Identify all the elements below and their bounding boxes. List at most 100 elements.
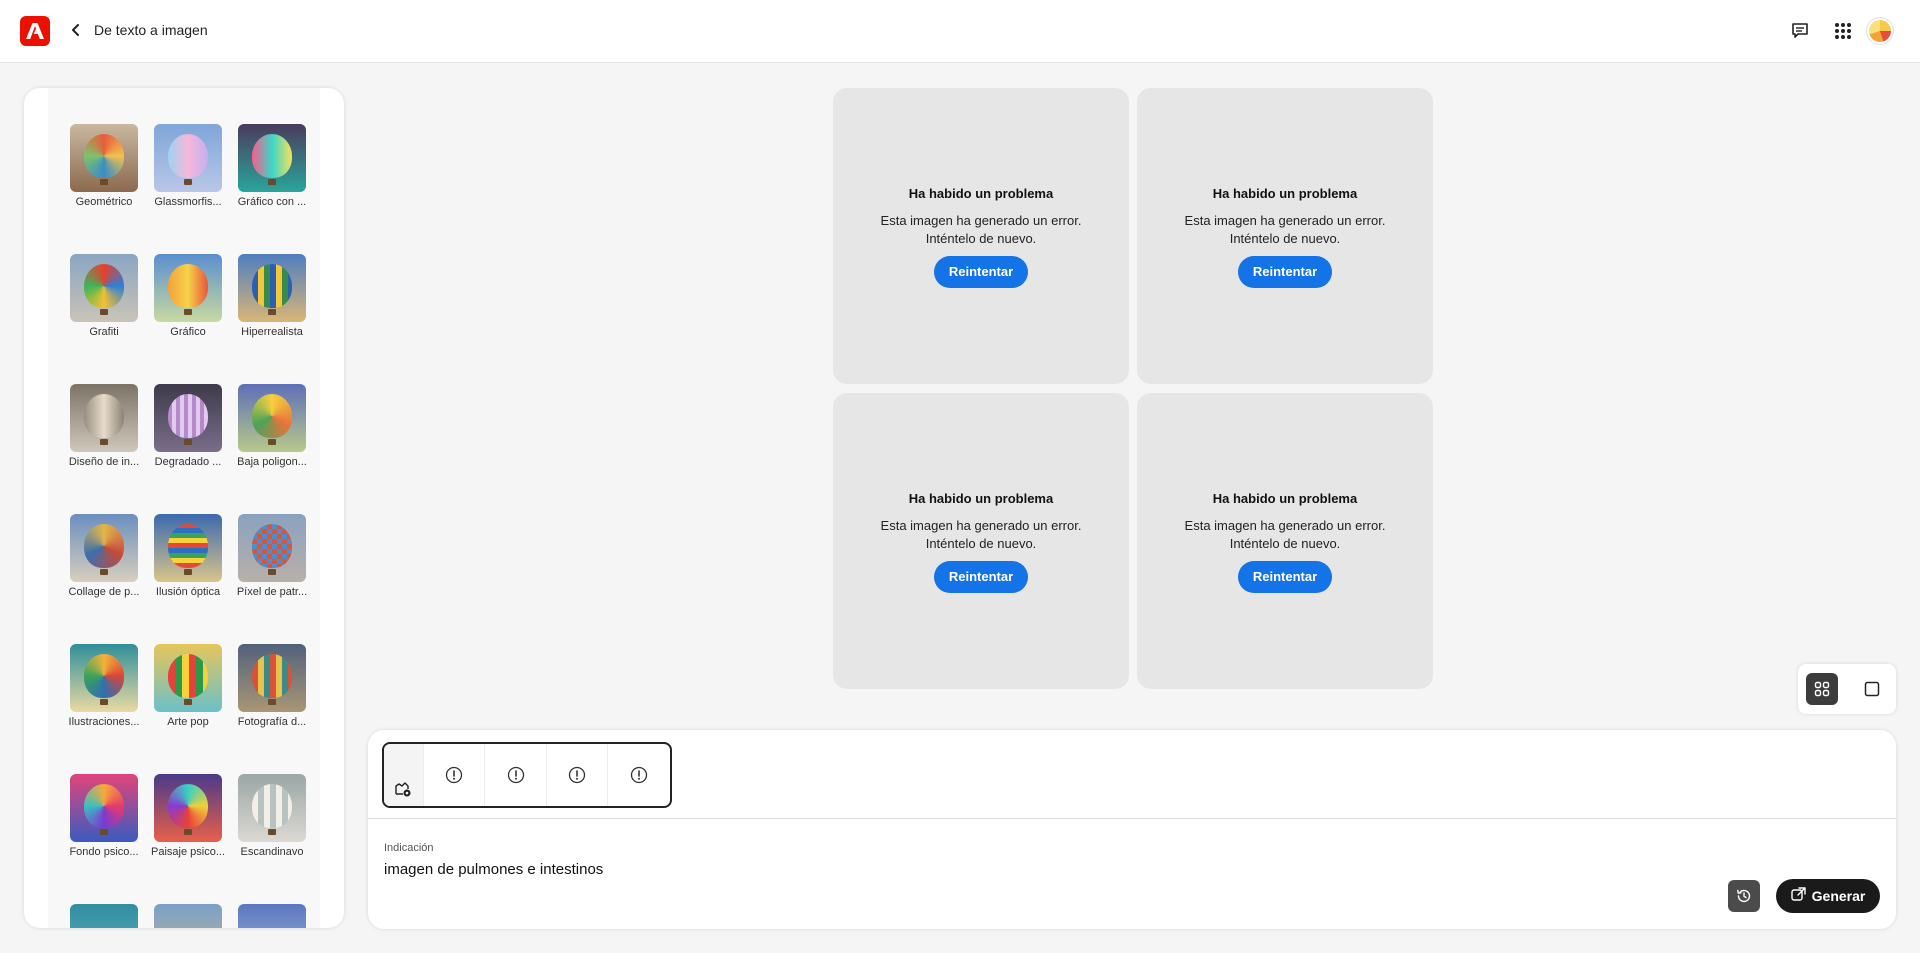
prompt-panel: Indicación imagen de pulmones e intestin…	[368, 730, 1896, 929]
style-thumbnail	[154, 904, 222, 928]
style-psychedelic-background[interactable]: Fondo psico...	[62, 774, 146, 859]
style-label: Diseño de in...	[68, 456, 140, 468]
style-thumbnail	[70, 904, 138, 928]
error-line: Esta imagen ha generado un error.	[1184, 213, 1386, 228]
style-thumbnail	[238, 644, 306, 712]
divider	[368, 818, 1896, 819]
style-label: Baja poligon...	[237, 456, 307, 468]
style-item[interactable]	[62, 904, 146, 928]
error-title: Ha habido un problema	[908, 186, 1054, 201]
style-thumbnail	[70, 644, 138, 712]
error-title: Ha habido un problema	[1212, 491, 1358, 506]
prompt-input[interactable]: imagen de pulmones e intestinos	[384, 861, 603, 878]
alert-icon[interactable]	[547, 744, 609, 806]
style-thumbnail	[154, 514, 222, 582]
style-label: Arte pop	[167, 716, 209, 728]
style-label: Fondo psico...	[69, 846, 139, 858]
generate-label: Generar	[1811, 888, 1866, 904]
history-icon[interactable]	[1728, 880, 1760, 912]
style-thumbnail	[238, 384, 306, 452]
retry-button[interactable]: Reintentar	[1238, 561, 1332, 593]
style-pattern-pixel[interactable]: Píxel de patr...	[230, 514, 314, 599]
style-item[interactable]	[146, 904, 230, 928]
style-optical-illusion[interactable]: Ilusión óptica	[146, 514, 230, 599]
grid-view-icon[interactable]	[1806, 673, 1838, 705]
apps-grid-icon[interactable]	[1830, 18, 1856, 44]
top-bar: De texto a imagen	[0, 0, 1920, 63]
error-line: Inténtelo de nuevo.	[925, 536, 1037, 551]
generation-thumbnails	[382, 742, 672, 808]
style-pop-art[interactable]: Arte pop	[146, 644, 230, 729]
style-thumbnail	[238, 904, 306, 928]
error-message: Esta imagen ha generado un error. Intént…	[833, 212, 1129, 248]
error-line: Esta imagen ha generado un error.	[880, 213, 1082, 228]
error-message: Esta imagen ha generado un error. Intént…	[1137, 517, 1433, 553]
style-thumbnail	[70, 254, 138, 322]
style-list: Geométrico Glassmorfis... Gráfico con ..…	[48, 88, 320, 928]
style-geometric[interactable]: Geométrico	[62, 124, 146, 209]
style-thumbnail	[154, 774, 222, 842]
error-message: Esta imagen ha generado un error. Intént…	[833, 517, 1129, 553]
alert-icon[interactable]	[485, 744, 547, 806]
retry-button[interactable]: Reintentar	[934, 561, 1028, 593]
result-card: Ha habido un problema Esta imagen ha gen…	[1137, 393, 1433, 689]
style-label: Píxel de patr...	[236, 586, 308, 598]
alert-icon[interactable]	[608, 744, 670, 806]
retry-button[interactable]: Reintentar	[934, 256, 1028, 288]
error-title: Ha habido un problema	[1212, 186, 1358, 201]
style-illustrations[interactable]: Ilustraciones...	[62, 644, 146, 729]
style-label: Ilustraciones...	[68, 716, 140, 728]
chevron-left-icon[interactable]	[66, 20, 86, 40]
alert-icon[interactable]	[424, 744, 486, 806]
style-photography[interactable]: Fotografía d...	[230, 644, 314, 729]
result-card: Ha habido un problema Esta imagen ha gen…	[833, 393, 1129, 689]
style-graphic-with[interactable]: Gráfico con ...	[230, 124, 314, 209]
error-line: Esta imagen ha generado un error.	[1184, 518, 1386, 533]
style-label: Ilusión óptica	[155, 586, 221, 598]
style-item[interactable]	[230, 904, 314, 928]
style-thumbnail	[154, 384, 222, 452]
style-psychedelic-landscape[interactable]: Paisaje psico...	[146, 774, 230, 859]
image-settings-icon[interactable]	[384, 744, 424, 806]
style-thumbnail	[70, 514, 138, 582]
style-graffiti[interactable]: Grafiti	[62, 254, 146, 339]
error-line: Esta imagen ha generado un error.	[880, 518, 1082, 533]
retry-button[interactable]: Reintentar	[1238, 256, 1332, 288]
style-thumbnail	[238, 254, 306, 322]
style-thumbnail	[238, 514, 306, 582]
avatar[interactable]	[1867, 18, 1893, 44]
error-line: Inténtelo de nuevo.	[1229, 536, 1341, 551]
generate-button[interactable]: Generar	[1776, 879, 1880, 913]
style-label: Glassmorfis...	[154, 196, 222, 208]
style-thumbnail	[238, 774, 306, 842]
style-label: Hiperrealista	[241, 326, 303, 338]
style-sidebar: Geométrico Glassmorfis... Gráfico con ..…	[24, 88, 344, 928]
style-label: Degradado ...	[154, 456, 222, 468]
style-label: Fotografía d...	[237, 716, 307, 728]
style-paper-collage[interactable]: Collage de p...	[62, 514, 146, 599]
style-label: Gráfico	[170, 326, 206, 338]
page-title: De texto a imagen	[94, 22, 208, 38]
style-hyperrealistic[interactable]: Hiperrealista	[230, 254, 314, 339]
comment-icon[interactable]	[1787, 18, 1813, 44]
error-line: Inténtelo de nuevo.	[925, 231, 1037, 246]
style-interior-design[interactable]: Diseño de in...	[62, 384, 146, 469]
style-label: Escandinavo	[240, 846, 304, 858]
error-message: Esta imagen ha generado un error. Intént…	[1137, 212, 1433, 248]
style-thumbnail	[70, 384, 138, 452]
result-card: Ha habido un problema Esta imagen ha gen…	[833, 88, 1129, 384]
style-thumbnail	[70, 124, 138, 192]
style-graphic[interactable]: Gráfico	[146, 254, 230, 339]
view-toggle	[1798, 664, 1896, 714]
style-label: Paisaje psico...	[151, 846, 225, 858]
style-low-poly[interactable]: Baja poligon...	[230, 384, 314, 469]
style-thumbnail	[154, 644, 222, 712]
error-title: Ha habido un problema	[908, 491, 1054, 506]
style-gradient[interactable]: Degradado ...	[146, 384, 230, 469]
style-thumbnail	[154, 254, 222, 322]
adobe-logo[interactable]	[20, 16, 50, 46]
error-line: Inténtelo de nuevo.	[1229, 231, 1341, 246]
style-scandinavian[interactable]: Escandinavo	[230, 774, 314, 859]
single-view-icon[interactable]	[1856, 673, 1888, 705]
style-glassmorphism[interactable]: Glassmorfis...	[146, 124, 230, 209]
